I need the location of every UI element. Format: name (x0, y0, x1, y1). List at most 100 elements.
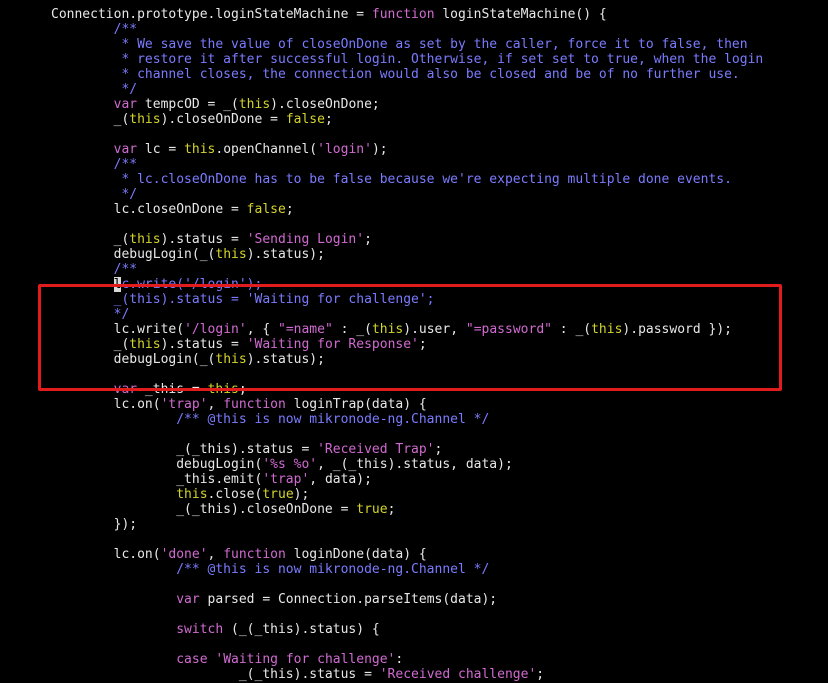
code-token: lc.on( (51, 547, 161, 562)
code-token: _( (51, 232, 130, 247)
code-line: /** (51, 262, 137, 277)
code-token: 'Waiting for challenge' (215, 652, 396, 667)
code-token: this (207, 382, 239, 397)
code-token: /** (51, 262, 138, 277)
code-token: 'Sending Login' (246, 232, 365, 247)
code-token: : _( (332, 322, 372, 337)
code-token: this (371, 322, 404, 337)
code-line: Connection.prototype.loginStateMachine =… (51, 7, 607, 22)
code-token: ; (536, 667, 545, 682)
code-token: , { (246, 322, 278, 337)
code-token: loginStateMachine() { (434, 7, 607, 22)
code-line: }); (51, 517, 137, 532)
code-token: _this.emit( (51, 472, 263, 487)
code-token: this (176, 487, 208, 502)
code-token: .openChannel( (215, 142, 318, 157)
code-line: */ (51, 82, 137, 97)
code-token: 'trap' (262, 472, 310, 487)
code-token: * restore it after successful login. Oth… (51, 52, 764, 67)
code-token: 'done' (160, 547, 208, 562)
code-token: , _(_this).status, data); (317, 457, 513, 472)
code-line: */ (51, 307, 130, 322)
code-token: , (207, 547, 224, 562)
code-line: /** @this is now mikronode-ng.Channel */ (51, 412, 489, 427)
code-token: false (285, 112, 325, 127)
code-token: 'trap' (160, 397, 208, 412)
code-token: this (215, 247, 247, 262)
code-token: .close( (207, 487, 263, 502)
code-line: * channel closes, the connection would a… (51, 67, 740, 82)
code-token: this (591, 322, 623, 337)
code-token: parsed = Connection.parseItems(data); (199, 592, 498, 607)
code-token: _(_this).status = (51, 667, 380, 682)
code-line: lc.write('/login'); (51, 277, 262, 292)
code-line: _(this).closeOnDone = false; (51, 112, 333, 127)
code-token: tempcOD = _( (137, 97, 239, 112)
code-token: */ (51, 187, 138, 202)
code-line: /** @this is now mikronode-ng.Channel */ (51, 562, 489, 577)
code-token: 'Waiting for Response' (246, 337, 419, 352)
code-token: this (129, 337, 161, 352)
code-token: true (262, 487, 294, 502)
code-token: */ (51, 307, 130, 322)
code-token: lc.write( (51, 322, 185, 337)
code-token: ).user, (403, 322, 466, 337)
code-token: * channel closes, the connection would a… (51, 67, 740, 82)
code-editor[interactable]: Connection.prototype.loginStateMachine =… (0, 0, 828, 683)
code-token: debugLogin( (51, 457, 263, 472)
code-token: ; (387, 502, 396, 517)
code-token: /** (51, 22, 138, 37)
code-token: _( (51, 112, 130, 127)
code-token: ; (434, 442, 443, 457)
code-line: debugLogin(_(this).status); (51, 352, 325, 367)
code-token: ); (293, 487, 310, 502)
code-token: ).closeOnDone; (270, 97, 380, 112)
code-line: case 'Waiting for challenge': (51, 652, 403, 667)
code-token: (_(_this).status) { (223, 622, 380, 637)
code-token: Connection.prototype.loginStateMachine = (51, 7, 372, 22)
code-token: var (176, 592, 200, 607)
code-line: lc.write('/login', { "=name" : _(this).u… (51, 322, 732, 337)
code-token: _( (51, 337, 130, 352)
code-token: '/login' (184, 322, 247, 337)
code-token: : _( (551, 322, 592, 337)
code-token: ; (324, 112, 333, 127)
code-token: ); (371, 142, 388, 157)
code-token: ; (285, 202, 294, 217)
code-token: 'login' (317, 142, 372, 157)
code-token: /** @this is now mikronode-ng.Channel */ (51, 412, 490, 427)
code-token: , (207, 397, 224, 412)
code-token: var (113, 382, 138, 397)
code-token: ; (418, 337, 427, 352)
code-token: switch (176, 622, 224, 637)
code-line: * lc.closeOnDone has to be false because… (51, 172, 732, 187)
code-line: _(_this).status = 'Received Trap'; (51, 442, 442, 457)
code-line: /** (51, 157, 137, 172)
code-line: _(_this).status = 'Received challenge'; (51, 667, 544, 682)
code-token: ).status); (246, 352, 325, 367)
code-token: function (223, 397, 286, 412)
code-token: ).status = (160, 232, 247, 247)
code-line: lc.closeOnDone = false; (51, 202, 294, 217)
code-token: 'Received Trap' (317, 442, 435, 457)
code-token: * lc.closeOnDone has to be false because… (51, 172, 732, 187)
code-line: /** (51, 22, 137, 37)
code-token: lc.on( (51, 397, 161, 412)
code-token: debugLogin(_( (51, 247, 216, 262)
code-line: switch (_(_this).status) { (51, 622, 380, 637)
code-token: : (395, 652, 404, 667)
code-token: ).status); (246, 247, 325, 262)
code-line: var _this = this; (51, 382, 247, 397)
code-token: /** @this is now mikronode-ng.Channel */ (51, 562, 490, 577)
code-line: _(this).status = 'Waiting for Response'; (51, 337, 427, 352)
code-line: debugLogin(_(this).status); (51, 247, 325, 262)
code-line: var tempcOD = _(this).closeOnDone; (51, 97, 380, 112)
code-line: debugLogin('%s %o', _(_this).status, dat… (51, 457, 513, 472)
